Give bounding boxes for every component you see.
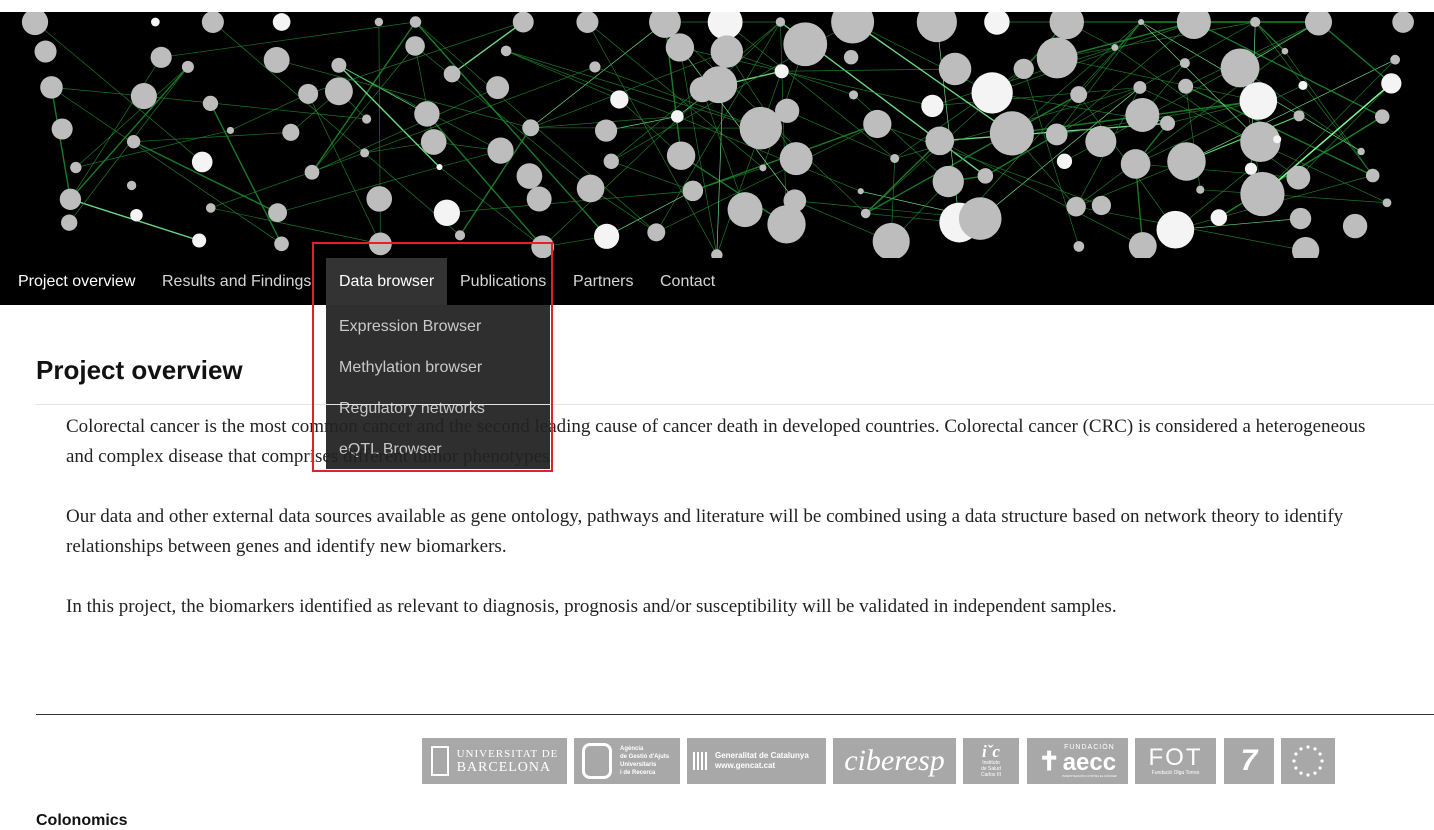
title-divider: [36, 404, 1434, 405]
nav-publications[interactable]: Publications: [460, 258, 546, 305]
agaur-mark-icon: [582, 743, 612, 779]
nav-project-overview[interactable]: Project overview: [18, 258, 135, 305]
ub-crest-icon: [431, 746, 449, 776]
footer-divider: [36, 714, 1434, 715]
logo-isciii[interactable]: iˇc Instituto de Salud Carlos III: [963, 738, 1019, 784]
logo-seventh-framework[interactable]: 7: [1224, 738, 1274, 784]
isciii-mark-icon: iˇc: [982, 744, 1000, 760]
logo-fot-main: FOT: [1149, 746, 1203, 770]
paragraph-intro: Colorectal cancer is the most common can…: [66, 412, 1366, 472]
logo-agaur-line3: Universitaris: [620, 761, 669, 769]
paragraph-data-sources: Our data and other external data sources…: [66, 502, 1366, 562]
page-title: Project overview: [36, 355, 243, 386]
logo-fot-sub: Fundació Olga Torres: [1152, 770, 1200, 776]
nav-partners[interactable]: Partners: [573, 258, 633, 305]
logo-gencat-line2: www.gencat.cat: [715, 761, 809, 771]
main-navigation: Project overview Results and Findings Da…: [0, 258, 1434, 305]
logo-generalitat-catalunya[interactable]: Generalitat de Catalunya www.gencat.cat: [687, 738, 826, 784]
logo-agaur-line2: de Gestió d'Ajuts: [620, 753, 669, 761]
menu-item-methylation-browser[interactable]: Methylation browser: [339, 347, 544, 388]
header-banner-image: [0, 12, 1434, 258]
nav-contact[interactable]: Contact: [660, 258, 715, 305]
logo-ciberesp-text: ciberesp: [844, 744, 945, 778]
network-graph-image: [0, 12, 1434, 258]
generalitat-flag-icon: [693, 752, 709, 770]
nav-results-and-findings[interactable]: Results and Findings: [162, 258, 311, 305]
logo-agaur[interactable]: Agència de Gestió d'Ajuts Universitaris …: [574, 738, 680, 784]
seventh-framework-icon: 7: [1241, 744, 1258, 778]
logo-ciberesp[interactable]: ciberesp: [833, 738, 956, 784]
logo-ub-line1: UNIVERSITAT DE: [457, 747, 559, 761]
logo-agaur-line4: i de Recerca: [620, 769, 669, 777]
logo-aecc-sub: INVESTIGACIÓN CONTRA EL CÁNCER: [1062, 774, 1117, 778]
nav-data-browser[interactable]: Data browser: [326, 258, 447, 305]
logo-ub-line2: BARCELONA: [457, 761, 559, 775]
logo-gencat-line1: Generalitat de Catalunya: [715, 751, 809, 761]
logo-fundacion-aecc[interactable]: ✝ FUNDACIÓN aecc INVESTIGACIÓN CONTRA EL…: [1027, 738, 1128, 784]
paragraph-biomarkers: In this project, the biomarkers identifi…: [66, 592, 1366, 622]
logo-agaur-line1: Agència: [620, 745, 669, 753]
logo-isciii-line3: Carlos III: [981, 772, 1001, 778]
logo-aecc-main: aecc: [1062, 752, 1117, 774]
menu-item-expression-browser[interactable]: Expression Browser: [339, 306, 544, 347]
logo-fundacio-olga-torres[interactable]: FOT Fundació Olga Torres: [1135, 738, 1216, 784]
site-name: Colonomics: [36, 812, 128, 830]
logo-universitat-barcelona[interactable]: UNIVERSITAT DE BARCELONA: [422, 738, 567, 784]
eu-stars-icon: [1288, 741, 1328, 781]
aecc-cross-icon: ✝: [1038, 748, 1060, 774]
logo-european-union[interactable]: [1281, 738, 1335, 784]
